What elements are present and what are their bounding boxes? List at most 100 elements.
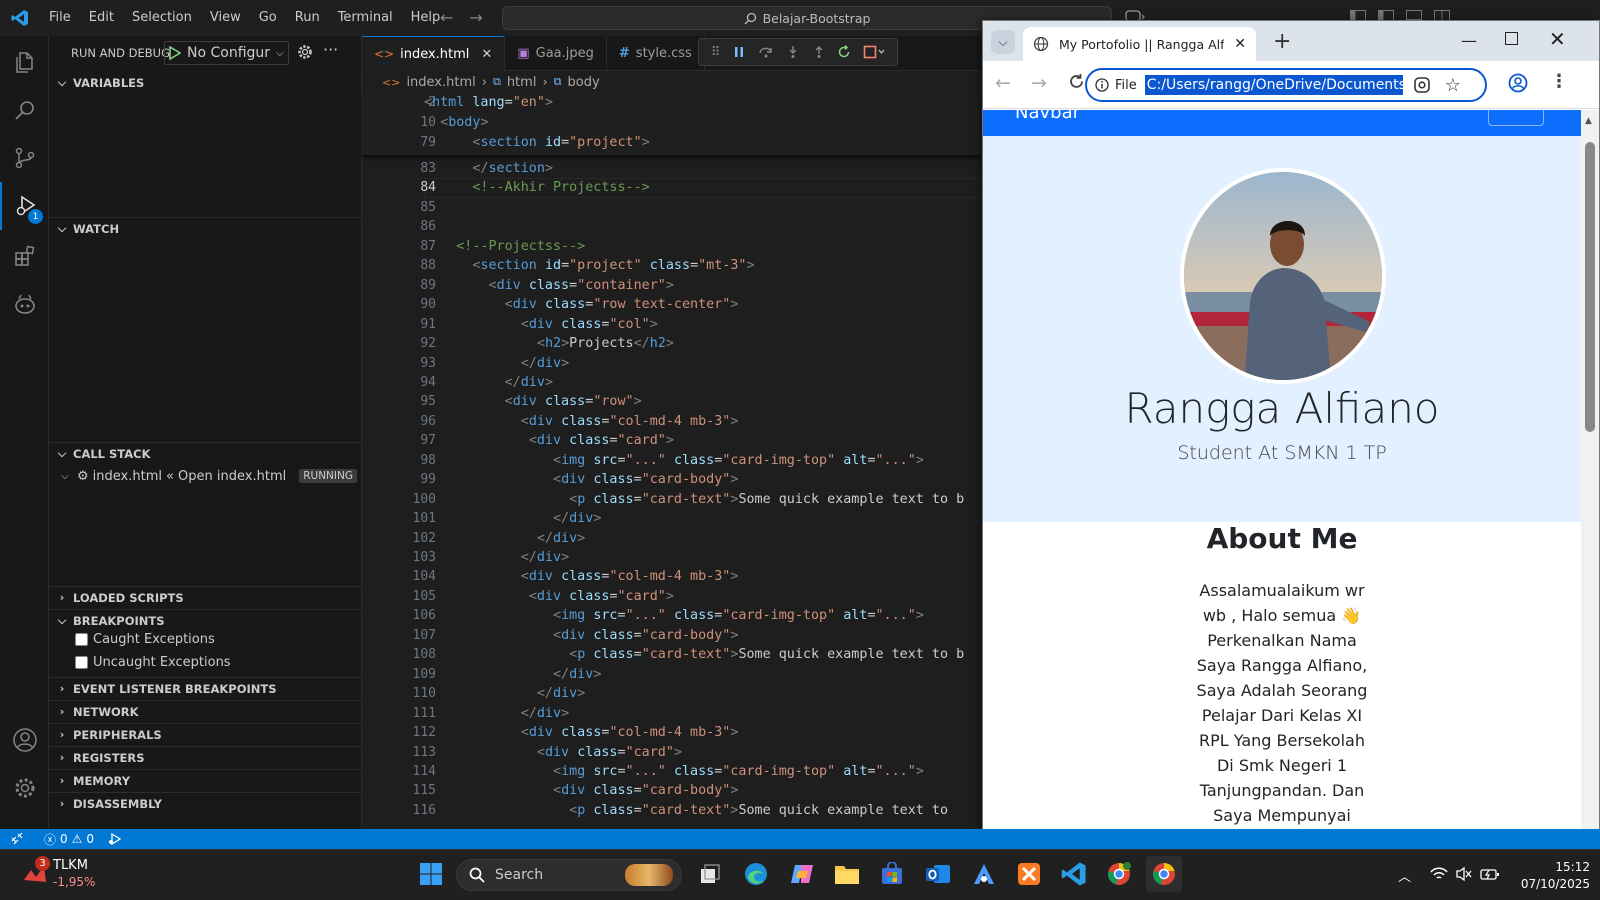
navbar-toggler-button[interactable] [1488, 110, 1544, 126]
code-line[interactable]: </div> [424, 667, 601, 682]
code-line[interactable]: <div class="row text-center"> [424, 297, 739, 312]
code-line[interactable]: <div class="row"> [424, 394, 642, 409]
stock-widget[interactable]: 3 TLKM -1,95% [20, 856, 120, 896]
back-arrow-icon[interactable]: ← [440, 0, 453, 36]
stop-icon[interactable] [863, 45, 885, 59]
wifi-icon[interactable] [1430, 866, 1448, 882]
remote-icon[interactable] [0, 829, 34, 849]
peripherals-section[interactable]: › PERIPHERALS [49, 723, 362, 745]
checkbox[interactable] [75, 656, 88, 669]
back-icon[interactable]: ← [995, 72, 1011, 94]
maximize-icon[interactable] [1505, 32, 1518, 45]
account-icon[interactable] [0, 716, 49, 764]
tab-gaa-jpeg[interactable]: ▣ Gaa.jpeg [505, 36, 607, 71]
code-line[interactable]: <div class="card-body"> [424, 472, 738, 487]
volume-muted-icon[interactable] [1455, 866, 1473, 882]
info-icon[interactable] [1095, 78, 1109, 92]
step-into-icon[interactable] [786, 45, 800, 59]
code-line[interactable]: </div> [424, 511, 601, 526]
disassembly-section[interactable]: › DISASSEMBLY [49, 792, 362, 814]
menu-kebab-icon[interactable]: ⋮ [1550, 71, 1568, 92]
scrollbar-thumb[interactable] [1585, 142, 1595, 432]
code-line[interactable]: <p class="card-text">Some quick example … [424, 647, 964, 662]
taskbar-search[interactable]: Search [456, 859, 682, 891]
call-stack-item[interactable]: ⌵ ⚙ index.html « Open index.html RUNNING [61, 466, 357, 486]
code-line[interactable]: <p class="card-text">Some quick example … [424, 492, 964, 507]
app-a-icon[interactable] [966, 856, 1002, 892]
sticky-line[interactable]: <section id="project"> [424, 135, 649, 150]
explorer-icon[interactable] [0, 38, 49, 86]
step-out-icon[interactable] [812, 45, 826, 59]
close-window-icon[interactable]: ✕ [1549, 27, 1566, 51]
code-editor[interactable]: 83 </section> 84 <!--Akhir Projectss--> 85… [362, 155, 982, 829]
code-line[interactable]: <div class="container"> [424, 278, 674, 293]
source-control-icon[interactable] [0, 134, 49, 182]
code-line[interactable]: <p class="card-text">Some quick example … [424, 803, 948, 818]
code-line[interactable]: <div class="card"> [424, 589, 674, 604]
restart-icon[interactable] [837, 45, 851, 59]
windows-start-icon[interactable] [413, 856, 449, 892]
step-over-icon[interactable] [758, 45, 774, 59]
browser-tab[interactable]: My Portofolio || Rangga Alfiano ✕ [1023, 27, 1256, 61]
reload-icon[interactable] [1068, 73, 1085, 90]
extensions-icon[interactable] [0, 232, 49, 280]
drag-handle-icon[interactable]: ⠿ [711, 45, 721, 60]
menu-item-go[interactable]: Go [250, 0, 286, 36]
code-line[interactable]: <div class="card-body"> [424, 628, 738, 643]
code-line[interactable]: </div> [424, 375, 553, 390]
code-line[interactable]: <h2>Projects</h2> [424, 336, 674, 351]
microsoft-store-icon[interactable] [874, 856, 910, 892]
show-hidden-icons[interactable]: ︿ [1398, 866, 1411, 885]
code-line[interactable]: </div> [424, 706, 569, 721]
settings-gear-icon[interactable] [0, 764, 49, 812]
loaded-scripts-section[interactable]: › LOADED SCRIPTS [49, 586, 362, 608]
network-section[interactable]: › NETWORK [49, 700, 362, 722]
page-scrollbar[interactable]: ▲ ▼ [1581, 110, 1599, 848]
menu-item-run[interactable]: Run [286, 0, 329, 36]
code-line[interactable]: <div class="card"> [424, 433, 674, 448]
menu-item-file[interactable]: File [40, 0, 80, 36]
code-line[interactable]: </div> [424, 550, 569, 565]
tab-index-html[interactable]: <> index.html ✕ [362, 36, 506, 71]
search-icon[interactable] [0, 86, 49, 134]
code-line[interactable]: <section id="project" class="mt-3"> [424, 258, 754, 273]
edge-browser-icon[interactable] [738, 856, 774, 892]
debug-config-select[interactable]: No Configur ⌵ [164, 41, 289, 65]
code-line[interactable]: <img src="..." class="card-img-top" alt=… [424, 608, 924, 623]
menu-item-view[interactable]: View [201, 0, 250, 36]
watch-section[interactable]: ⌵ WATCH [49, 217, 362, 239]
code-line[interactable]: </div> [424, 356, 569, 371]
code-line[interactable]: <!--Projectss--> [424, 239, 585, 254]
code-line[interactable]: </div> [424, 686, 585, 701]
outlook-icon[interactable] [920, 856, 956, 892]
sticky-line[interactable]: <html lang="en"> [424, 95, 553, 110]
forward-icon[interactable]: → [1031, 72, 1047, 94]
sticky-line[interactable]: <body> [424, 115, 488, 130]
code-line[interactable]: <div class="col-md-4 mb-3"> [424, 414, 739, 429]
debug-status-icon[interactable] [108, 833, 122, 845]
memory-section[interactable]: › MEMORY [49, 769, 362, 791]
copilot-app-icon[interactable] [784, 856, 820, 892]
copilot-chat-icon[interactable] [0, 280, 49, 328]
xampp-icon[interactable] [1011, 856, 1047, 892]
new-tab-icon[interactable]: + [1273, 29, 1291, 54]
menu-item-selection[interactable]: Selection [123, 0, 201, 36]
tab-style-css[interactable]: # style.css [607, 36, 705, 71]
battery-icon[interactable] [1480, 866, 1500, 882]
start-debug-icon[interactable] [169, 46, 181, 60]
code-line[interactable]: <div class="card-body"> [424, 783, 738, 798]
pause-icon[interactable] [732, 45, 746, 59]
code-line[interactable]: <img src="..." class="card-img-top" alt=… [424, 764, 924, 779]
vscode-taskbar-icon[interactable] [1056, 856, 1092, 892]
problems-indicator[interactable]: ⓧ 0 ⚠ 0 [44, 831, 94, 848]
more-actions-icon[interactable]: ··· [323, 40, 338, 59]
task-view-icon[interactable] [692, 856, 728, 892]
caught-exceptions-option[interactable]: Caught Exceptions [75, 632, 215, 647]
registers-section[interactable]: › REGISTERS [49, 746, 362, 768]
code-line[interactable]: <div class="col"> [424, 317, 658, 332]
call-stack-section[interactable]: ⌵ CALL STACK [49, 442, 362, 464]
code-line[interactable]: <!--Akhir Projectss--> [424, 180, 649, 195]
minimize-icon[interactable]: — [1461, 31, 1477, 50]
breadcrumb-item[interactable]: index.html [406, 75, 475, 90]
checkbox[interactable] [75, 633, 88, 646]
